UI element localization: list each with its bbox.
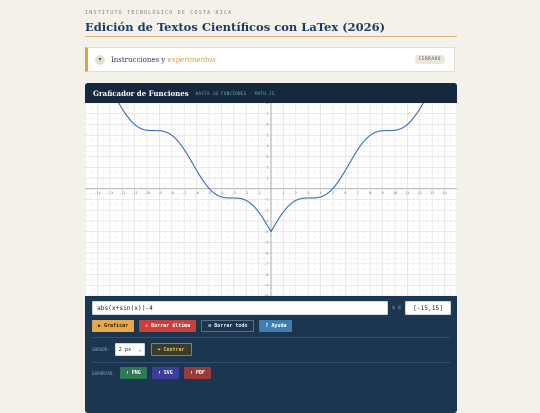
chevron-down-icon[interactable]: ▾ [95,54,105,65]
y-tick-label: -8 [264,273,268,277]
x-tick-label: -2 [244,191,248,195]
y-tick-label: -9 [264,283,268,287]
chevron-down-icon: ⌄ [138,346,142,353]
x-tick-label: 13 [430,191,434,195]
divider [92,362,450,363]
x-tick-label: -1 [256,191,260,195]
x-tick-label: -4 [219,191,223,195]
exportar-label: EXPORTAR: [92,370,115,376]
divider [92,337,450,338]
x-tick-label: -5 [207,191,211,195]
x-tick-label: -12 [119,191,126,195]
instructions-label: Instrucciones y experimentos [111,56,216,64]
centrar-button[interactable]: ⌖ Centrar [150,343,192,356]
grosor-label: GROSOR: [92,347,110,352]
expression-row: x ∈ [92,301,452,315]
y-tick-label: -2 [264,208,268,212]
instructions-label-italic: experimentos [167,55,216,64]
title-divider [85,36,457,37]
expression-input[interactable] [92,301,388,315]
y-tick-label: -7 [264,262,268,266]
x-tick-label: 12 [418,191,422,195]
x-tick-label: -9 [157,191,161,195]
panel-title: Graficador de Funciones [93,88,189,98]
instructions-collapsible[interactable]: ▾ Instrucciones y experimentos CERRADO [85,47,455,72]
graficar-button[interactable]: ▶ Graficar [92,320,135,332]
export-row: EXPORTAR: ⬇ PNG ⬇ SVG ⬇ PDF [92,367,216,379]
x-tick-label: 4 [320,191,322,195]
x-tick-label: 14 [442,191,446,195]
ayuda-button[interactable]: ? Ayuda [259,320,293,332]
y-tick-label: 4 [266,144,268,148]
status-badge: CERRADO [414,55,445,64]
export-png-button[interactable]: ⬇ PNG [119,367,147,379]
x-tick-label: 2 [295,191,297,195]
panel-subtitle: HASTA 10 FUNCIONES · MATH.JS [195,90,275,96]
x-tick-label: 5 [332,191,334,195]
instructions-label-main: Instrucciones y [111,55,168,64]
y-tick-label: -6 [264,251,268,255]
y-tick-label: 2 [266,166,268,170]
x-tick-label: 8 [369,191,371,195]
x-tick-label: -3 [232,191,236,195]
x-tick-label: -7 [182,191,186,195]
page-title: Edición de Textos Científicos con LaTex … [85,20,386,34]
x-range-label: x ∈ [392,305,402,311]
grosor-value: 2 px [118,346,132,353]
y-tick-label: 3 [266,155,268,159]
function-plot[interactable]: -14 -13 -12 -11 -10 -9 -8 -7 -6 -5 -4 -3 -2 -1 1 2 3 4 5 6 7… [85,103,457,296]
x-tick-label: -11 [131,191,138,195]
panel-header: Graficador de Funciones HASTA 10 FUNCION… [85,83,457,103]
x-tick-label: 1 [282,191,284,195]
borrar-todo-button[interactable]: ⊘ Borrar todo [201,320,255,332]
y-tick-label: -5 [264,241,268,245]
action-buttons: ▶ Graficar ✕ Borrar última ⊘ Borrar todo… [92,320,297,332]
thickness-row: GROSOR: 2 px ⌄ ⌖ Centrar [92,343,197,356]
export-svg-button[interactable]: ⬇ SVG [151,367,179,379]
y-tick-label: -10 [262,294,269,296]
function-plotter-panel: Graficador de Funciones HASTA 10 FUNCION… [85,83,457,413]
x-tick-label: -13 [107,191,114,195]
y-tick-label: 5 [266,133,268,137]
institute-name: INSTITUTO TECNOLÓGICO DE COSTA RICA [85,10,233,16]
x-tick-label: 3 [307,191,309,195]
x-tick-label: -14 [94,191,101,195]
plot-area[interactable]: -14 -13 -12 -11 -10 -9 -8 -7 -6 -5 -4 -3 -2 -1 1 2 3 4 5 6 7… [85,103,457,296]
export-pdf-button[interactable]: ⬇ PDF [183,367,211,379]
x-tick-label: -10 [144,191,151,195]
x-tick-label: 11 [405,191,409,195]
x-tick-label: -6 [194,191,198,195]
x-tick-label: 6 [344,191,346,195]
x-tick-label: 7 [357,191,359,195]
y-tick-label: 8 [266,103,268,105]
x-tick-label: 9 [382,191,384,195]
x-tick-label: 10 [393,191,397,195]
header: INSTITUTO TECNOLÓGICO DE COSTA RICA Edic… [85,10,457,34]
x-tick-label: -8 [170,191,174,195]
y-tick-label: 1 [266,176,268,180]
y-tick-label: 6 [266,123,268,127]
y-tick-label: 7 [266,112,268,116]
x-range-input[interactable] [405,301,452,315]
borrar-ultima-button[interactable]: ✕ Borrar última [139,320,197,332]
y-tick-label: -1 [264,198,268,202]
grosor-select[interactable]: 2 px ⌄ [114,343,145,356]
y-tick-label: -4 [264,230,268,234]
